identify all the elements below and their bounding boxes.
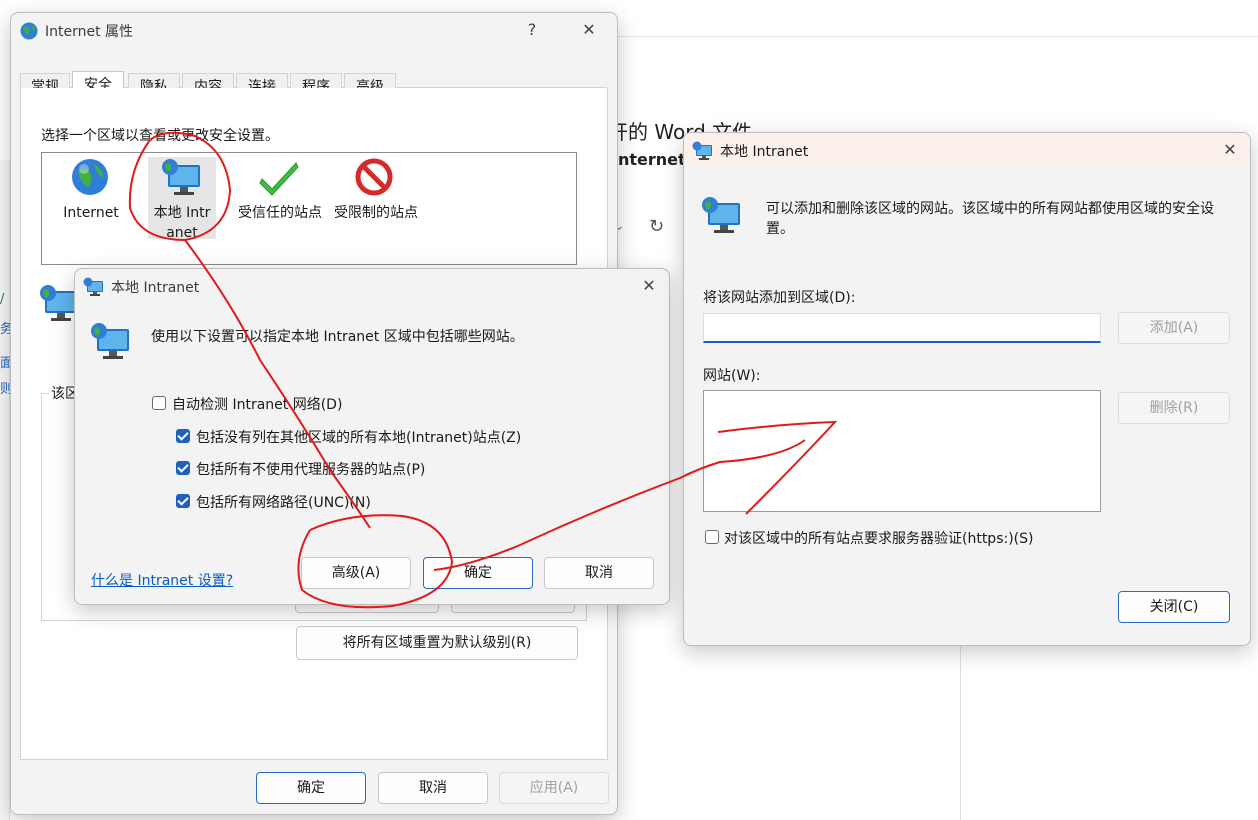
monitor-globe-icon [162, 159, 200, 195]
title-bar: 本地 Intranet ✕ [75, 269, 669, 303]
cancel-button[interactable]: 取消 [378, 772, 488, 804]
monitor-globe-icon [692, 141, 712, 160]
cancel-button[interactable]: 取消 [544, 557, 654, 589]
close-button[interactable]: ✕ [575, 19, 603, 41]
dialog-title: 本地 Intranet [720, 144, 809, 160]
monitor-globe-icon [83, 277, 103, 296]
zone-internet-label: Internet [63, 205, 119, 221]
add-button[interactable]: 添加(A) [1118, 312, 1230, 344]
background-edge-char-1: / [0, 292, 5, 307]
ok-button[interactable]: 确定 [256, 772, 366, 804]
checkmark-icon [259, 162, 299, 196]
zone-local-intranet[interactable]: 本地 Intranet [148, 157, 216, 241]
intranet-sites-dialog: 本地 Intranet ✕ 可以添加和删除该区域的网站。该区域中的所有网站都使用… [683, 132, 1251, 646]
sites-list[interactable] [703, 390, 1101, 512]
dialog-description: 可以添加和删除该区域的网站。该区域中的所有网站都使用区域的安全设置。 [766, 201, 1214, 237]
include-local-sites-checkbox[interactable] [176, 429, 190, 443]
monitor-globe-icon [91, 323, 129, 359]
title-bar: Internet 属性 ? ✕ [11, 13, 617, 47]
zone-trusted-sites[interactable]: 受信任的站点 [232, 157, 326, 237]
require-https-label[interactable]: 对该区域中的所有站点要求服务器验证(https:)(S) [724, 528, 1033, 548]
zone-instruction: 选择一个区域以查看或更改安全设置。 [41, 128, 279, 144]
close-button[interactable]: ✕ [1216, 139, 1244, 161]
include-local-sites-label[interactable]: 包括没有列在其他区域的所有本地(Intranet)站点(Z) [196, 427, 521, 447]
help-button[interactable]: ? [518, 19, 546, 41]
include-no-proxy-checkbox[interactable] [176, 461, 190, 475]
local-intranet-dialog: 本地 Intranet ✕ 使用以下设置可以指定本地 Intranet 区域中包… [74, 268, 670, 605]
zone-trusted-label: 受信任的站点 [238, 205, 322, 221]
zone-internet[interactable]: Internet [54, 157, 128, 237]
title-bar: 本地 Intranet ✕ [684, 133, 1250, 167]
include-no-proxy-label[interactable]: 包括所有不使用代理服务器的站点(P) [196, 459, 425, 479]
zone-list[interactable]: Internet 本地 Intranet 受信任的站点 受限制的站点 [41, 152, 577, 265]
dialog-title: 本地 Intranet [111, 280, 200, 296]
globe-icon [72, 159, 108, 195]
require-https-checkbox[interactable] [705, 530, 719, 544]
window-title: Internet 属性 [45, 24, 134, 40]
include-unc-label[interactable]: 包括所有网络路径(UNC)(N) [196, 492, 371, 512]
zone-intranet-label: 本地 Intranet [153, 205, 211, 241]
ok-button[interactable]: 确定 [423, 557, 533, 589]
auto-detect-checkbox[interactable] [152, 396, 166, 410]
advanced-button[interactable]: 高级(A) [301, 557, 411, 589]
remove-button[interactable]: 删除(R) [1118, 392, 1230, 424]
add-site-input[interactable] [703, 313, 1101, 343]
background-top-divider [615, 36, 1258, 37]
zone-restricted-label: 受限制的站点 [334, 205, 418, 221]
globe-icon [20, 22, 38, 40]
monitor-globe-icon [40, 285, 77, 321]
intranet-help-link[interactable]: 什么是 Intranet 设置? [91, 570, 233, 590]
dialog-description: 使用以下设置可以指定本地 Intranet 区域中包括哪些网站。 [151, 329, 524, 345]
reset-all-zones-button[interactable]: 将所有区域重置为默认级别(R) [296, 626, 578, 660]
restricted-icon [355, 158, 393, 196]
zone-restricted-sites[interactable]: 受限制的站点 [328, 157, 422, 237]
refresh-icon[interactable]: ↻ [649, 216, 664, 237]
background-right-divider [960, 640, 961, 820]
close-dialog-button[interactable]: 关闭(C) [1118, 591, 1230, 623]
include-unc-checkbox[interactable] [176, 494, 190, 508]
close-button[interactable]: ✕ [635, 275, 663, 297]
add-site-label: 将该网站添加到区域(D): [703, 290, 856, 306]
sites-label: 网站(W): [703, 368, 761, 384]
apply-button[interactable]: 应用(A) [499, 772, 609, 804]
auto-detect-label[interactable]: 自动检测 Intranet 网络(D) [172, 394, 342, 414]
background-left-edge [0, 160, 10, 820]
monitor-globe-icon [702, 197, 740, 233]
background-partial-text: nternet [618, 150, 686, 169]
